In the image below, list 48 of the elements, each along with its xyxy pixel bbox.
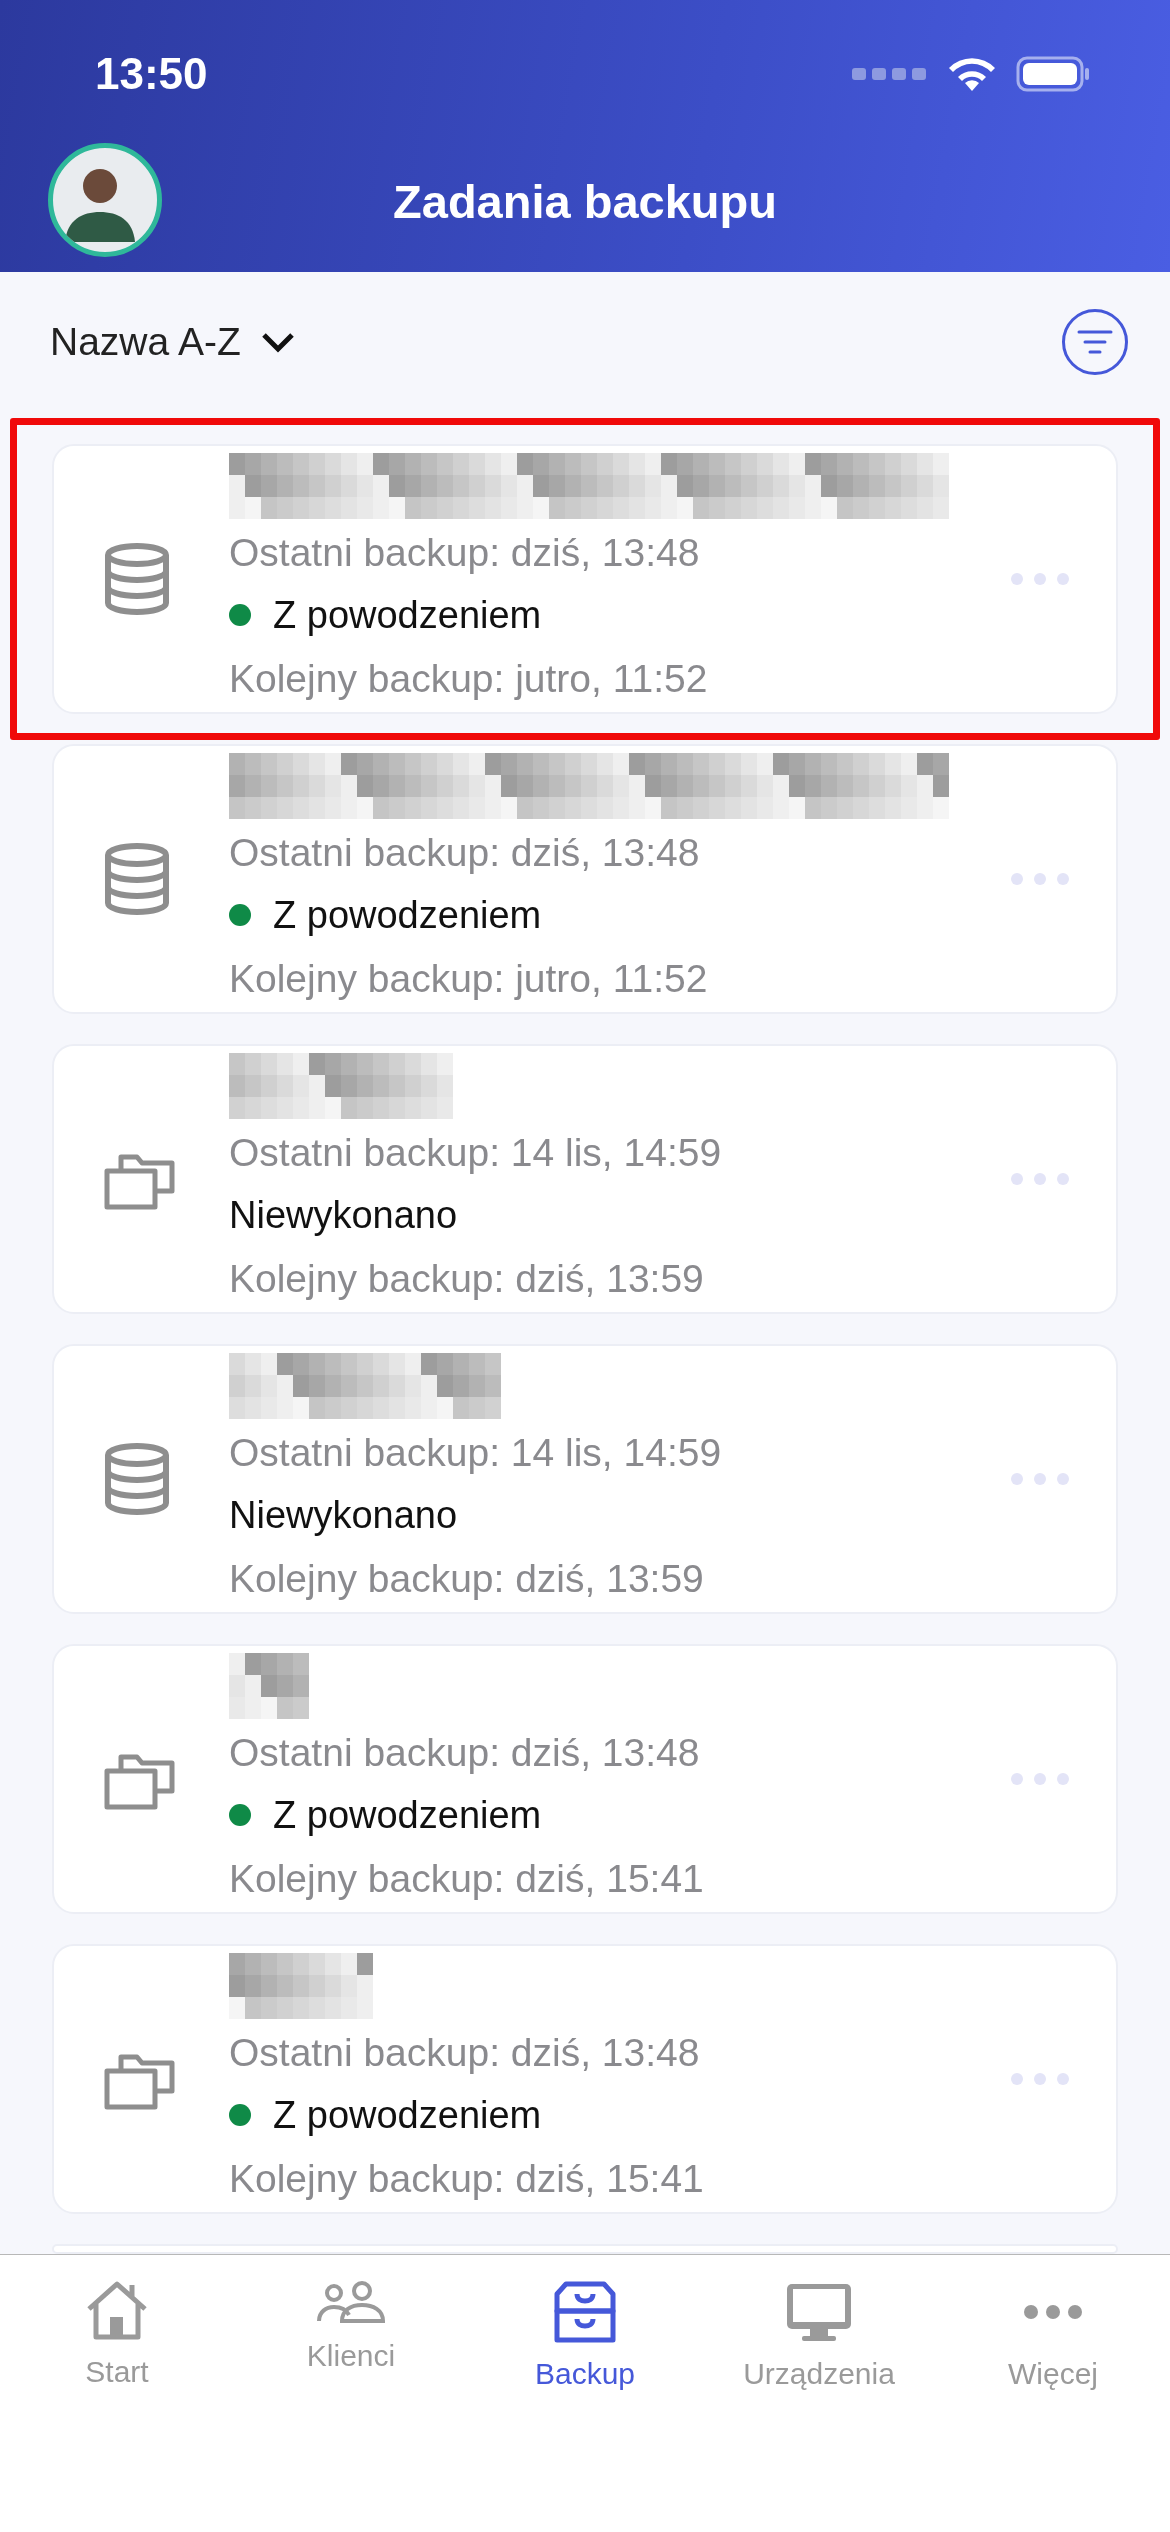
backup-job-card[interactable]: Ostatni backup: dziś, 13:48 Z powodzeniem Kolejny backup: jutro, 11:52: [52, 744, 1118, 1014]
last-backup-text: Ostatni backup: dziś, 13:48: [229, 2029, 701, 2076]
status-time: 13:50: [95, 49, 208, 99]
monitor-icon: [784, 2281, 854, 2343]
chevron-down-icon: [260, 331, 295, 353]
last-backup-text: Ostatni backup: dziś, 13:48: [229, 1729, 701, 1776]
status-text: Z powodzeniem: [273, 1793, 542, 1837]
more-icon: [1010, 572, 1070, 586]
status-text: Z powodzeniem: [273, 2093, 542, 2137]
next-backup-text: Kolejny backup: dziś, 15:41: [229, 1855, 705, 1902]
last-backup-text: Ostatni backup: 14 lis, 14:59: [229, 1129, 723, 1176]
last-backup-text: Ostatni backup: 14 lis, 14:59: [229, 1429, 723, 1476]
last-backup-text: Ostatni backup: dziś, 13:48: [229, 529, 701, 576]
next-backup-text: Kolejny backup: jutro, 11:52: [229, 655, 709, 702]
sort-dropdown[interactable]: Nazwa A-Z: [50, 320, 295, 364]
status-text: Z powodzeniem: [273, 893, 542, 937]
last-backup-text: Ostatni backup: dziś, 13:48: [229, 829, 701, 876]
signal-icon: [852, 66, 928, 82]
tab[interactable]: Backup: [468, 2281, 702, 2391]
filter-icon: [1077, 329, 1113, 355]
backup-job-card[interactable]: Ostatni backup: dziś, 13:48 Z powodzeniem Kolejny backup: jutro, 11:52: [52, 444, 1118, 714]
status-text: Niewykonano: [229, 1493, 458, 1537]
more-icon: [1010, 2072, 1070, 2086]
next-backup-text: Kolejny backup: dziś, 13:59: [229, 1255, 705, 1302]
more-icon: [1010, 1772, 1070, 1786]
filter-button[interactable]: [1062, 309, 1128, 375]
status-text: Niewykonano: [229, 1193, 458, 1237]
next-backup-text: Kolejny backup: dziś, 15:41: [229, 2155, 705, 2202]
battery-icon: [1016, 56, 1090, 92]
more-icon: [1010, 1472, 1070, 1486]
backup-job-card[interactable]: Ostatni backup: 14 lis, 14:59 Niewykonano Kolejny backup: dziś, 13:59: [52, 1044, 1118, 1314]
database-icon: [103, 543, 171, 615]
people-icon: [316, 2281, 386, 2325]
backup-job-card[interactable]: [52, 2244, 1118, 2254]
backup-job-card[interactable]: Ostatni backup: 14 lis, 14:59 Niewykonano Kolejny backup: dziś, 13:59: [52, 1344, 1118, 1614]
archive-icon: [554, 2281, 616, 2343]
backup-job-card[interactable]: Ostatni backup: dziś, 13:48 Z powodzeniem Kolejny backup: dziś, 15:41: [52, 1644, 1118, 1914]
status-text: Z powodzeniem: [273, 593, 542, 637]
page-title: Zadania backupu: [392, 173, 778, 229]
home-icon: [86, 2281, 148, 2341]
more-icon: [1010, 872, 1070, 886]
database-icon: [103, 843, 171, 915]
next-backup-text: Kolejny backup: dziś, 13:59: [229, 1555, 705, 1602]
next-backup-text: Kolejny backup: jutro, 11:52: [229, 955, 709, 1002]
database-icon: [103, 1443, 171, 1515]
more-icon: [1023, 2304, 1083, 2320]
backup-job-card[interactable]: Ostatni backup: dziś, 13:48 Z powodzeniem Kolejny backup: dziś, 15:41: [52, 1944, 1118, 2214]
more-icon: [1010, 1172, 1070, 1186]
